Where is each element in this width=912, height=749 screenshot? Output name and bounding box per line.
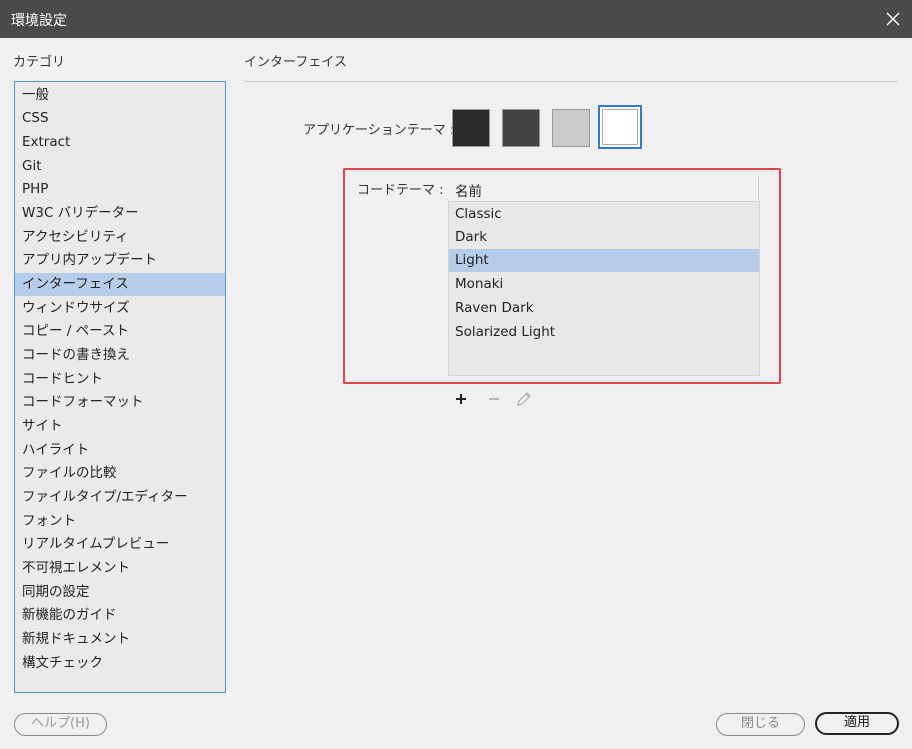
category-item[interactable]: リアルタイムプレビュー [15,533,225,556]
theme-swatch-dark[interactable] [502,109,540,147]
category-item[interactable]: アクセシビリティ [15,226,225,249]
remove-theme-button[interactable] [485,390,503,408]
category-item[interactable]: コードヒント [15,368,225,391]
apply-button[interactable]: 適用 [815,712,899,735]
category-item[interactable]: W3C バリデーター [15,202,225,225]
category-item[interactable]: ハイライト [15,439,225,462]
code-theme-item[interactable]: Dark [449,226,759,249]
close-icon [886,12,900,26]
category-item[interactable]: コードフォーマット [15,391,225,414]
code-theme-item[interactable]: Solarized Light [449,321,759,344]
code-theme-list[interactable]: Classic Dark Light Monaki Raven Dark Sol… [448,201,760,376]
theme-swatch-light[interactable] [552,109,590,147]
code-theme-item[interactable]: Classic [449,203,759,226]
swatch-fill [602,109,638,145]
add-theme-button[interactable] [452,390,470,408]
help-button[interactable]: ヘルプ(H) [14,713,107,736]
category-item[interactable]: CSS [15,107,225,130]
edit-theme-button[interactable] [515,390,533,408]
category-list[interactable]: 一般 CSS Extract Git PHP W3C バリデーター アクセシビリ… [14,81,226,693]
category-item[interactable]: 不可視エレメント [15,557,225,580]
code-theme-item[interactable]: Monaki [449,273,759,296]
code-theme-label: コードテーマ : [357,183,444,198]
category-item[interactable]: ファイルタイプ/エディター [15,486,225,509]
app-theme-label: アプリケーションテーマ : [303,123,455,138]
category-item[interactable]: ファイルの比較 [15,462,225,485]
category-item[interactable]: サイト [15,415,225,438]
code-theme-item[interactable]: Raven Dark [449,297,759,320]
category-item[interactable]: 構文チェック [15,652,225,675]
category-header: カテゴリ [13,55,66,70]
category-item[interactable]: 一般 [15,84,225,107]
category-item[interactable]: 新規ドキュメント [15,628,225,651]
category-item[interactable]: コードの書き換え [15,344,225,367]
category-item[interactable]: Git [15,155,225,178]
category-item[interactable]: ウィンドウサイズ [15,297,225,320]
close-button[interactable]: 閉じる [716,713,805,736]
category-item-selected[interactable]: インターフェイス [15,273,225,296]
category-item[interactable]: フォント [15,510,225,533]
panel-divider [244,81,898,82]
theme-swatch-lightest-selected[interactable] [598,105,642,149]
title-bar: 環境設定 [0,0,912,38]
edit-icon [517,392,531,406]
column-header-name[interactable]: 名前 [455,180,482,200]
remove-icon [489,398,499,400]
category-item[interactable]: Extract [15,131,225,154]
add-icon [456,394,466,404]
column-divider [758,176,759,200]
window-title: 環境設定 [11,13,67,29]
panel-title: インターフェイス [244,55,347,70]
category-item[interactable]: PHP [15,178,225,201]
close-window-button[interactable] [874,0,912,38]
category-item[interactable]: 同期の設定 [15,581,225,604]
theme-swatch-darkest[interactable] [452,109,490,147]
category-item[interactable]: アプリ内アップデート [15,249,225,272]
category-item[interactable]: 新機能のガイド [15,604,225,627]
code-theme-item-selected[interactable]: Light [449,249,759,272]
category-item[interactable]: コピー / ペースト [15,320,225,343]
